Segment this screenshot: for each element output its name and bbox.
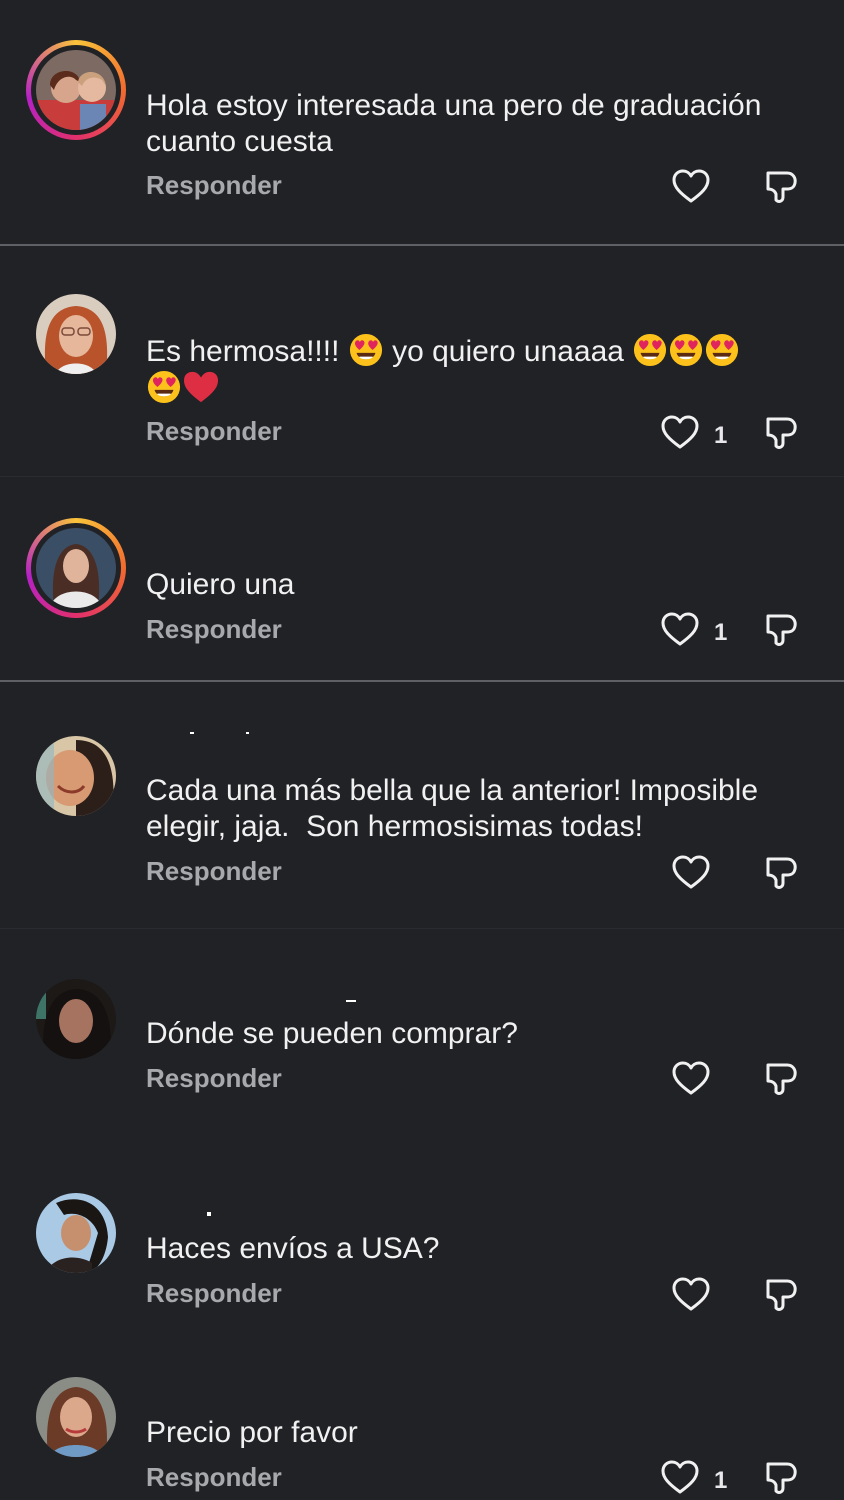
reply-button[interactable]: Responder <box>146 614 282 645</box>
thumbs-down-outline-icon[interactable] <box>762 1059 800 1099</box>
comment-item: Dónde se pueden comprar? Responder <box>0 929 844 1160</box>
comment-text-part: Es hermosa!!!! <box>146 335 348 368</box>
reply-button[interactable]: Responder <box>146 1278 282 1309</box>
reply-button[interactable]: Responder <box>146 1462 282 1493</box>
reply-button[interactable]: Responder <box>146 856 282 887</box>
heart-outline-icon[interactable] <box>671 1275 711 1315</box>
comment-text: Quiero una <box>146 568 295 601</box>
heart-outline-icon[interactable] <box>660 610 700 650</box>
divider <box>0 476 844 477</box>
heart-outline-icon[interactable] <box>671 1059 711 1099</box>
comments-feed: Hola estoy interesada una pero de gradua… <box>0 0 844 1500</box>
like-count: 1 <box>714 619 728 646</box>
avatar <box>36 528 116 608</box>
heart-eyes-emoji <box>633 333 667 367</box>
avatar[interactable] <box>36 979 116 1059</box>
heart-outline-icon[interactable] <box>660 1458 700 1498</box>
username-redacted <box>207 1212 211 1216</box>
thumbs-down-outline-icon[interactable] <box>762 853 800 893</box>
comment-item: Haces envíos a USA? Responder <box>0 1160 844 1352</box>
thumbs-down-outline-icon[interactable] <box>762 1458 800 1498</box>
comment-text-part: yo quiero unaaaa <box>383 335 633 368</box>
avatar[interactable] <box>36 294 116 374</box>
username-redacted <box>246 732 249 734</box>
comment-text: Es hermosa!!!! yo quiero unaaaa <box>146 333 826 407</box>
comment-item: Quiero una Responder 1 <box>0 478 844 680</box>
avatar[interactable] <box>36 1193 116 1273</box>
like-count: 1 <box>714 422 728 449</box>
story-ring[interactable] <box>26 40 126 140</box>
heart-eyes-emoji <box>349 333 383 367</box>
comment-item: Hola estoy interesada una pero de gradua… <box>0 0 844 244</box>
heart-outline-icon[interactable] <box>660 413 700 453</box>
username-redacted <box>346 1000 356 1002</box>
thumbs-down-outline-icon[interactable] <box>762 413 800 453</box>
avatar[interactable] <box>36 736 116 816</box>
comment-text: Cada una más bella que la anterior! Impo… <box>146 774 767 843</box>
username-redacted <box>190 732 194 734</box>
heart-outline-icon[interactable] <box>671 853 711 893</box>
comment-item: Precio por favor Responder 1 <box>0 1352 844 1500</box>
thumbs-down-outline-icon[interactable] <box>762 167 800 207</box>
reply-button[interactable]: Responder <box>146 170 282 201</box>
heart-eyes-emoji <box>147 370 181 404</box>
red-heart-emoji <box>182 370 220 404</box>
avatar[interactable] <box>36 1377 116 1457</box>
comment-text: Precio por favor <box>146 1416 358 1449</box>
thumbs-down-outline-icon[interactable] <box>762 610 800 650</box>
comment-text: Dónde se pueden comprar? <box>146 1017 518 1050</box>
story-ring[interactable] <box>26 518 126 618</box>
comment-text: Hola estoy interesada una pero de gradua… <box>146 89 770 158</box>
like-count: 1 <box>714 1467 728 1494</box>
avatar <box>36 50 116 130</box>
comment-text: Haces envíos a USA? <box>146 1232 440 1265</box>
reply-button[interactable]: Responder <box>146 1063 282 1094</box>
heart-outline-icon[interactable] <box>671 167 711 207</box>
heart-eyes-emoji <box>705 333 739 367</box>
comment-item: Es hermosa!!!! yo quiero unaaaa Responde… <box>0 246 844 476</box>
heart-eyes-emoji <box>669 333 703 367</box>
comment-item: Cada una más bella que la anterior! Impo… <box>0 682 844 928</box>
reply-button[interactable]: Responder <box>146 416 282 447</box>
thumbs-down-outline-icon[interactable] <box>762 1275 800 1315</box>
